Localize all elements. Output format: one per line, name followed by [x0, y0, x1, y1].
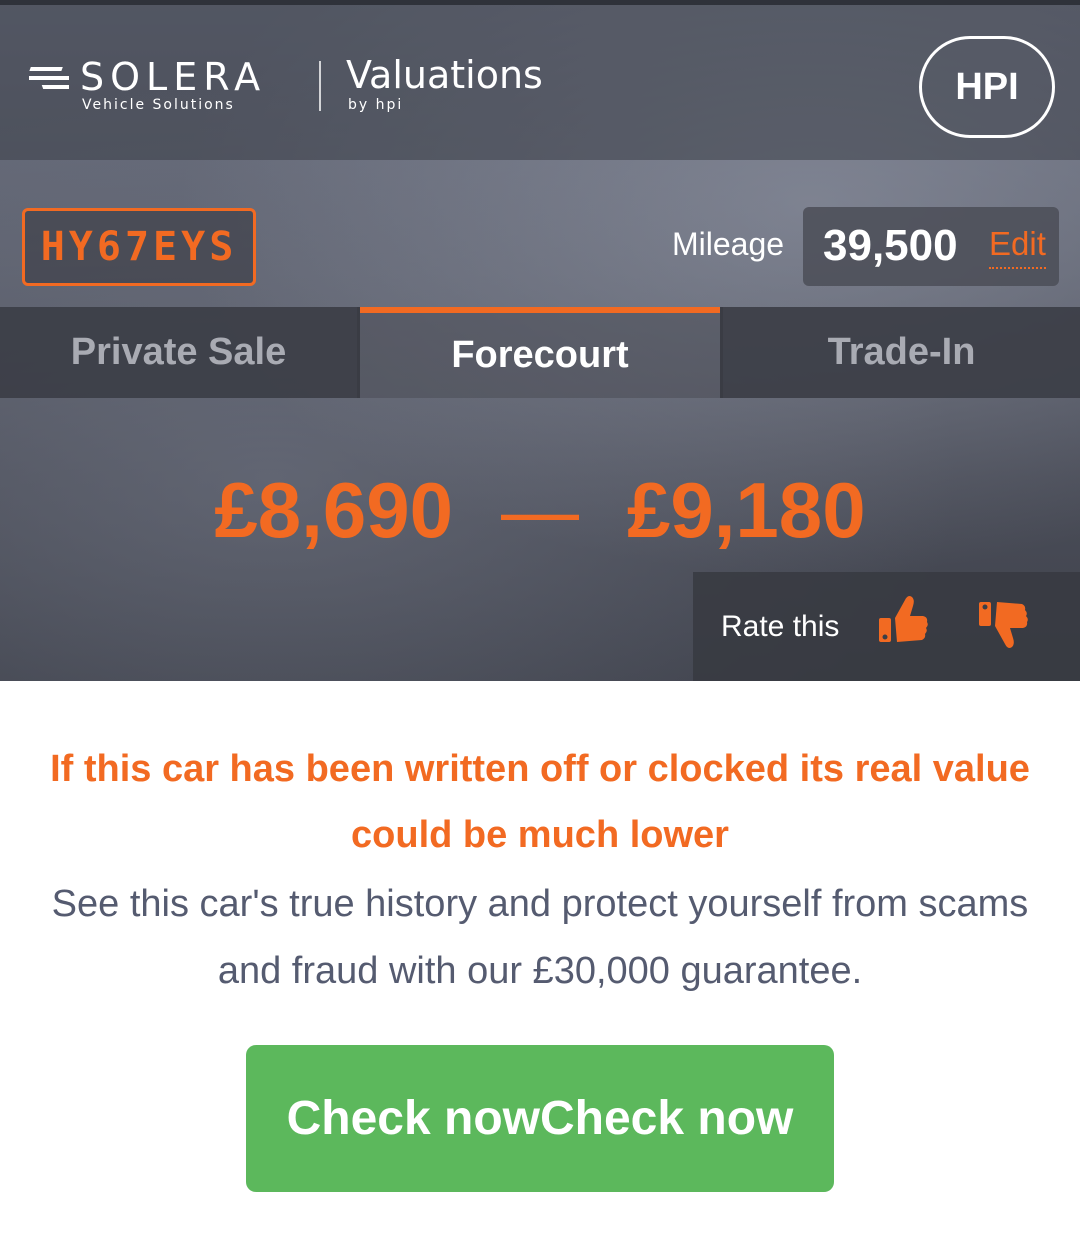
- brand-name: SOLERA: [80, 55, 267, 99]
- rate-label: Rate this: [721, 610, 840, 643]
- mileage-edit-link[interactable]: Edit: [989, 225, 1046, 269]
- header: SOLERA Vehicle Solutions Valuations by h…: [0, 5, 1080, 160]
- history-check-info: See this car's true history and protect …: [51, 883, 1029, 992]
- valuation-high: £9,180: [627, 466, 866, 554]
- check-now-button[interactable]: Check nowCheck now: [246, 1045, 834, 1192]
- mileage-label: Mileage: [672, 226, 785, 262]
- solera-logo-icon: [29, 67, 69, 89]
- valuation-hero: SOLERA Vehicle Solutions Valuations by h…: [0, 0, 1080, 681]
- valuation-separator: —: [501, 466, 579, 554]
- tab-trade-in[interactable]: Trade-In: [723, 307, 1080, 398]
- product-name: Valuations: [346, 53, 543, 97]
- product-subtitle: by hpi: [348, 97, 404, 113]
- valuation-low: £8,690: [214, 466, 453, 554]
- valuation-range: £8,690 — £9,180: [0, 465, 1080, 556]
- tab-private-sale[interactable]: Private Sale: [0, 307, 357, 398]
- logo-divider: [319, 61, 321, 111]
- hpi-button[interactable]: HPI: [919, 36, 1055, 138]
- thumbs-up-icon[interactable]: [875, 590, 929, 650]
- writeoff-warning: If this car has been written off or cloc…: [50, 748, 1030, 856]
- mileage-value: 39,500: [823, 221, 958, 270]
- brand-subtitle: Vehicle Solutions: [82, 97, 235, 113]
- thumbs-down-icon[interactable]: [975, 596, 1029, 656]
- tab-forecourt[interactable]: Forecourt: [360, 307, 720, 398]
- registration-plate: HY67EYS: [22, 208, 256, 286]
- rating-panel: Rate this: [693, 572, 1080, 681]
- mileage-box: 39,500 Edit: [803, 207, 1059, 286]
- valuation-tabs: Private Sale Forecourt Trade-In: [0, 307, 1080, 398]
